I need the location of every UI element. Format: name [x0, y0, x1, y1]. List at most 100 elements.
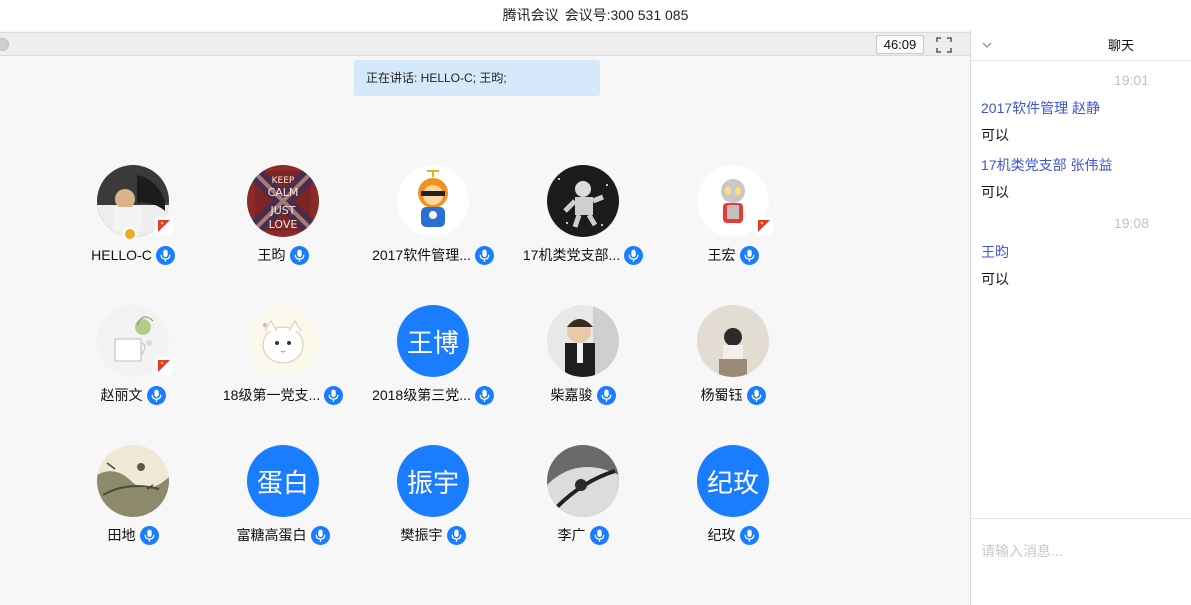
message-sender: 17机类党支部 张伟益 — [981, 157, 1113, 173]
message-time: 19:08 — [1113, 215, 1149, 231]
microphone-icon[interactable] — [589, 525, 609, 545]
avatar — [97, 445, 169, 517]
participant-name-row: HELLO-C — [58, 244, 208, 266]
app-name: 腾讯会议 — [502, 7, 559, 23]
participant-name: 柴嘉骏 — [550, 387, 593, 403]
svg-text:CALM: CALM — [268, 186, 299, 199]
participant-name-row: 纪玫 — [658, 524, 808, 546]
avatar — [247, 305, 319, 377]
participant-name: 李广 — [557, 527, 586, 543]
participant-name-row: 樊振宇 — [358, 524, 508, 546]
microphone-icon[interactable] — [446, 525, 466, 545]
participant-name-row: 赵丽文 — [58, 384, 208, 406]
avatar: 蛋白 — [247, 445, 319, 517]
flag-icon — [155, 357, 173, 375]
participant-name-row: 2017软件管理... — [358, 244, 508, 266]
flag-icon — [155, 217, 173, 235]
participant-name: 杨蜀钰 — [700, 387, 743, 403]
participant-name-row: 2018级第三党... — [358, 384, 508, 406]
title-bar: 腾讯会议 会议号: 300 531 085 — [0, 0, 1191, 30]
participant-tile[interactable]: 王宏 — [658, 165, 808, 275]
participant-tile[interactable]: 杨蜀钰 — [658, 305, 808, 415]
microphone-icon[interactable] — [310, 525, 330, 545]
microphone-icon[interactable] — [146, 385, 166, 405]
microphone-icon[interactable] — [289, 245, 309, 265]
message-text: 可以 — [981, 127, 1009, 143]
microphone-icon[interactable] — [324, 385, 344, 405]
participant-name: 田地 — [107, 527, 136, 543]
avatar — [547, 305, 619, 377]
participant-name-row: 李广 — [508, 524, 658, 546]
participant-name-row: 18级第一党支... — [208, 384, 358, 406]
svg-text:LOVE: LOVE — [269, 218, 298, 231]
participant-name-row: 杨蜀钰 — [658, 384, 808, 406]
microphone-icon[interactable] — [624, 245, 644, 265]
participant-tile[interactable]: 振宇 樊振宇 — [358, 445, 508, 555]
participant-name: HELLO-C — [91, 247, 152, 263]
svg-text:JUST: JUST — [270, 204, 296, 217]
participant-name-row: 富糖高蛋白 — [208, 524, 358, 546]
avatar — [397, 165, 469, 237]
message-text: 可以 — [981, 271, 1009, 287]
chat-input[interactable]: 请输入消息... — [971, 518, 1191, 605]
avatar: KEEP CALM JUST LOVE — [247, 165, 319, 237]
message-sender: 2017软件管理 赵静 — [981, 100, 1101, 116]
meeting-window: 腾讯会议 会议号: 300 531 085 46:09 正在讲话: HELLO-… — [0, 0, 1191, 605]
svg-text:KEEP: KEEP — [272, 176, 295, 186]
participant-grid: HELLO-C KEEP CALM JUST LOVE 王昀 2017软件管理... 17机类… — [0, 30, 970, 605]
meeting-id-label: 会议号: — [564, 7, 611, 23]
participant-name: 赵丽文 — [100, 387, 143, 403]
microphone-icon[interactable] — [596, 385, 616, 405]
participant-name: 纪玫 — [707, 527, 736, 543]
microphone-icon[interactable] — [474, 245, 494, 265]
participant-name: 2018级第三党... — [372, 387, 471, 403]
participant-tile[interactable]: 蛋白富糖高蛋白 — [208, 445, 358, 555]
chat-input-placeholder: 请输入消息... — [981, 543, 1063, 559]
avatar — [547, 445, 619, 517]
participant-tile[interactable]: 王博 2018级第三党... — [358, 305, 508, 415]
participant-name-row: 田地 — [58, 524, 208, 546]
microphone-icon[interactable] — [739, 525, 759, 545]
video-stage: 46:09 正在讲话: HELLO-C; 王昀; HELLO-C KEEP CALM… — [0, 30, 970, 605]
microphone-icon[interactable] — [155, 245, 175, 265]
avatar — [697, 305, 769, 377]
participant-tile[interactable]: 18级第一党支... — [208, 305, 358, 415]
chat-panel: 聊天 19:01 2017软件管理 赵静 可以 17机类党支部 张伟益 可以 1… — [971, 30, 1191, 605]
participant-name: 王昀 — [257, 247, 286, 263]
participant-name: 17机类党支部... — [522, 247, 621, 263]
avatar — [547, 165, 619, 237]
participant-name-row: 王宏 — [658, 244, 808, 266]
message-time: 19:01 — [1113, 72, 1149, 88]
avatar: 振宇 — [397, 445, 469, 517]
avatar: 纪玫 — [697, 445, 769, 517]
participant-tile[interactable]: KEEP CALM JUST LOVE 王昀 — [208, 165, 358, 275]
microphone-icon[interactable] — [739, 245, 759, 265]
participant-tile[interactable]: 李广 — [508, 445, 658, 555]
participant-name-row: 17机类党支部... — [508, 244, 658, 266]
participant-tile[interactable]: 17机类党支部... — [508, 165, 658, 275]
participant-name-row: 王昀 — [208, 244, 358, 266]
microphone-icon[interactable] — [474, 385, 494, 405]
chat-title: 聊天 — [1107, 38, 1134, 53]
participant-name: 2017软件管理... — [372, 247, 471, 263]
participant-name: 18级第一党支... — [222, 387, 321, 403]
participant-name: 富糖高蛋白 — [236, 527, 307, 543]
participant-tile[interactable]: 柴嘉骏 — [508, 305, 658, 415]
meeting-id: 300 531 085 — [610, 7, 689, 23]
participant-name: 王宏 — [707, 247, 736, 263]
participant-tile[interactable]: 赵丽文 — [58, 305, 208, 415]
participant-tile[interactable]: 2017软件管理... — [358, 165, 508, 275]
microphone-icon[interactable] — [746, 385, 766, 405]
flag-icon — [755, 217, 773, 235]
avatar: 王博 — [397, 305, 469, 377]
message-sender: 王昀 — [981, 244, 1009, 260]
message-text: 可以 — [981, 184, 1009, 200]
participant-tile[interactable]: 田地 — [58, 445, 208, 555]
chat-header: 聊天 — [971, 30, 1191, 61]
microphone-icon[interactable] — [139, 525, 159, 545]
host-icon — [123, 227, 137, 241]
participant-tile[interactable]: HELLO-C — [58, 165, 208, 275]
participant-tile[interactable]: 纪玫 纪玫 — [658, 445, 808, 555]
participant-name: 樊振宇 — [400, 527, 443, 543]
participant-name-row: 柴嘉骏 — [508, 384, 658, 406]
